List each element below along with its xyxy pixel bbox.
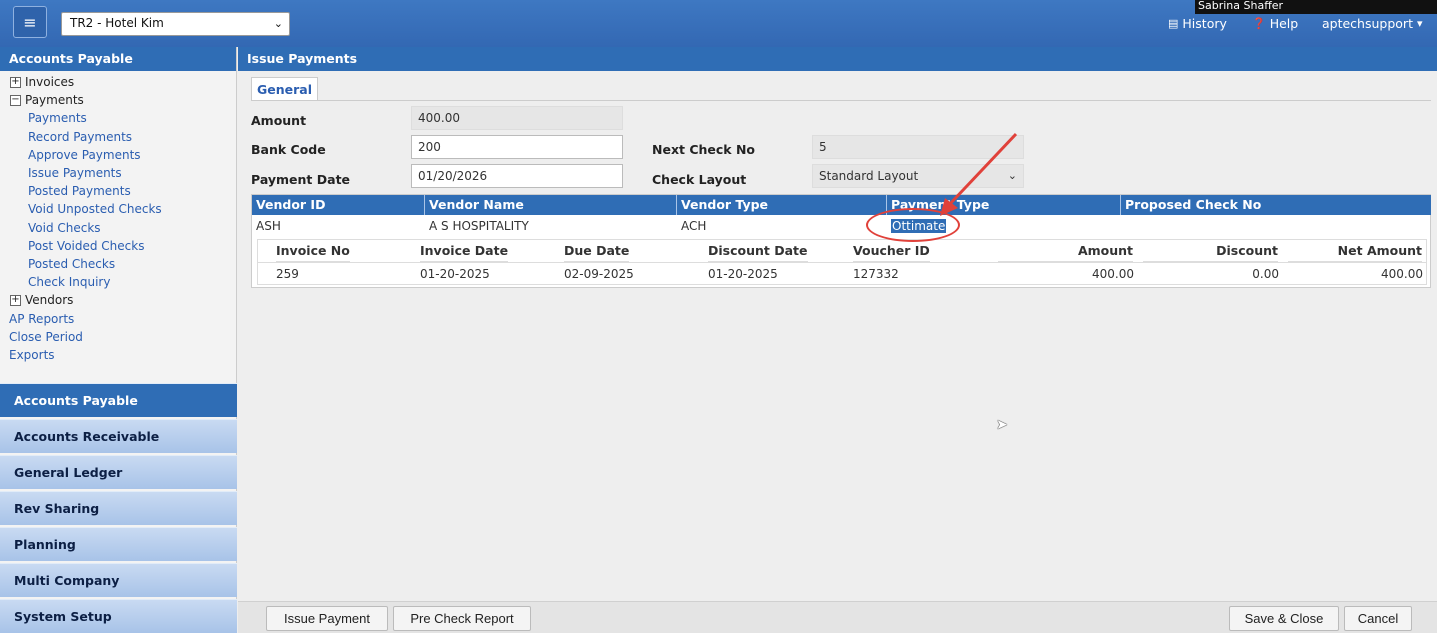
- cancel-button[interactable]: Cancel: [1344, 606, 1412, 631]
- col-invoice-date: Invoice Date: [420, 240, 509, 262]
- sidebar-link-close-period[interactable]: Close Period: [0, 328, 236, 346]
- chevron-down-icon: ⌄: [273, 17, 283, 30]
- module-list: Accounts Payable Accounts Receivable Gen…: [0, 383, 237, 633]
- cell-voucher-id: 127332: [853, 267, 899, 281]
- cell-vendor-name: A S HOSPITALITY: [429, 219, 529, 233]
- chevron-down-icon: ⌄: [1007, 169, 1017, 182]
- tree-item-record-payments[interactable]: Record Payments: [0, 128, 236, 146]
- check-layout-label: Check Layout: [652, 172, 747, 187]
- tree-node-label: Vendors: [25, 293, 74, 308]
- cell-vendor-id: ASH: [256, 219, 281, 233]
- table-row[interactable]: ASH A S HOSPITALITY ACH Ottimate: [252, 215, 1431, 237]
- col-discount-date: Discount Date: [708, 240, 808, 262]
- help-link[interactable]: ❓ Help: [1252, 16, 1298, 31]
- sidebar-tree: + Invoices − Payments Payments Record Pa…: [0, 71, 236, 364]
- tree-item-post-voided-checks[interactable]: Post Voided Checks: [0, 237, 236, 255]
- tree-node-vendors[interactable]: + Vendors: [0, 291, 236, 309]
- help-label: Help: [1269, 16, 1299, 31]
- save-close-button[interactable]: Save & Close: [1229, 606, 1339, 631]
- col-due-date: Due Date: [564, 240, 630, 262]
- collapse-minus-icon[interactable]: −: [10, 94, 21, 106]
- col-voucher-id: Voucher ID: [853, 240, 930, 262]
- col-vendor-type[interactable]: Vendor Type: [677, 195, 887, 215]
- check-layout-value: Standard Layout: [819, 169, 919, 183]
- annotation-circle: [866, 208, 960, 242]
- amount-field: 400.00: [411, 106, 623, 130]
- amount-label: Amount: [251, 113, 307, 128]
- expand-plus-icon[interactable]: +: [10, 294, 21, 306]
- sidebar-title: Accounts Payable: [0, 47, 236, 71]
- cell-discount: 0.00: [1252, 267, 1279, 281]
- vendor-grid: Vendor ID Vendor Name Vendor Type Paymen…: [251, 194, 1431, 288]
- tree-node-label: Payments: [25, 93, 84, 108]
- cell-proposed-check-no[interactable]: [1121, 215, 1125, 237]
- cell-amount: 400.00: [1092, 267, 1134, 281]
- col-net-amount: Net Amount: [1288, 240, 1422, 262]
- tree-node-payments[interactable]: − Payments: [0, 91, 236, 109]
- tree-item-posted-checks[interactable]: Posted Checks: [0, 255, 236, 273]
- col-proposed-check-no[interactable]: Proposed Check No: [1121, 195, 1431, 215]
- main-panel: Issue Payments General Amount 400.00 Ban…: [238, 47, 1437, 633]
- question-icon: ❓: [1252, 17, 1266, 30]
- tree-item-void-unposted-checks[interactable]: Void Unposted Checks: [0, 200, 236, 218]
- tab-general[interactable]: General: [251, 77, 318, 101]
- col-discount: Discount: [1143, 240, 1278, 262]
- col-vendor-name[interactable]: Vendor Name: [425, 195, 677, 215]
- tree-item-void-checks[interactable]: Void Checks: [0, 219, 236, 237]
- bank-code-label: Bank Code: [251, 142, 326, 157]
- list-icon: ▤: [1168, 17, 1179, 30]
- cell-invoice-date: 01-20-2025: [420, 267, 490, 281]
- sidebar-link-ap-reports[interactable]: AP Reports: [0, 309, 236, 327]
- module-system-setup[interactable]: System Setup: [0, 599, 237, 633]
- history-label: History: [1182, 16, 1227, 31]
- module-rev-sharing[interactable]: Rev Sharing: [0, 491, 237, 525]
- mouse-cursor-icon: ➤: [996, 417, 1008, 433]
- history-link[interactable]: ▤ History: [1168, 16, 1227, 31]
- cell-net-amount: 400.00: [1381, 267, 1423, 281]
- footer-bar: Issue Payment Pre Check Report Save & Cl…: [238, 601, 1437, 633]
- company-select-value: TR2 - Hotel Kim: [70, 16, 164, 30]
- bank-code-field[interactable]: 200: [411, 135, 623, 159]
- cell-due-date: 02-09-2025: [564, 267, 634, 281]
- issue-payment-button[interactable]: Issue Payment: [266, 606, 388, 631]
- top-header: ≡ TR2 - Hotel Kim ⌄ ▤ History ❓ Help apt…: [0, 0, 1437, 47]
- col-amount: Amount: [998, 240, 1133, 262]
- check-layout-select[interactable]: Standard Layout ⌄: [812, 164, 1024, 188]
- pre-check-report-button[interactable]: Pre Check Report: [393, 606, 531, 631]
- cell-invoice-no: 259: [276, 267, 299, 281]
- sidebar-link-exports[interactable]: Exports: [0, 346, 236, 364]
- user-label: aptechsupport: [1322, 16, 1413, 31]
- tree-item-issue-payments[interactable]: Issue Payments: [0, 164, 236, 182]
- caret-down-icon: ▾: [1416, 17, 1423, 30]
- tree-node-label: Invoices: [25, 75, 75, 90]
- tree-item-approve-payments[interactable]: Approve Payments: [0, 146, 236, 164]
- company-select[interactable]: TR2 - Hotel Kim ⌄: [61, 12, 290, 36]
- next-check-field: 5: [812, 135, 1024, 159]
- module-planning[interactable]: Planning: [0, 527, 237, 561]
- tree-item-payments[interactable]: Payments: [0, 109, 236, 127]
- hamburger-icon[interactable]: ≡: [13, 6, 47, 38]
- module-multi-company[interactable]: Multi Company: [0, 563, 237, 597]
- tree-item-check-inquiry[interactable]: Check Inquiry: [0, 273, 236, 291]
- invoice-grid: Invoice No Invoice Date Due Date Discoun…: [257, 239, 1427, 285]
- video-overlay-label: Sabrina Shaffer: [1195, 0, 1437, 14]
- tree-node-invoices[interactable]: + Invoices: [0, 73, 236, 91]
- page-title: Issue Payments: [238, 47, 1437, 71]
- col-invoice-no: Invoice No: [276, 240, 350, 262]
- tree-item-posted-payments[interactable]: Posted Payments: [0, 182, 236, 200]
- sidebar: Accounts Payable + Invoices − Payments P…: [0, 47, 237, 633]
- module-accounts-payable[interactable]: Accounts Payable: [0, 383, 237, 417]
- module-general-ledger[interactable]: General Ledger: [0, 455, 237, 489]
- payment-date-label: Payment Date: [251, 172, 351, 187]
- col-vendor-id[interactable]: Vendor ID: [252, 195, 425, 215]
- expand-plus-icon[interactable]: +: [10, 76, 21, 88]
- cell-vendor-type: ACH: [681, 219, 707, 233]
- module-accounts-receivable[interactable]: Accounts Receivable: [0, 419, 237, 453]
- next-check-label: Next Check No: [652, 142, 756, 157]
- cell-discount-date: 01-20-2025: [708, 267, 778, 281]
- user-menu[interactable]: aptechsupport ▾: [1322, 16, 1423, 31]
- payment-date-field[interactable]: 01/20/2026: [411, 164, 623, 188]
- vendor-grid-header: Vendor ID Vendor Name Vendor Type Paymen…: [252, 195, 1431, 215]
